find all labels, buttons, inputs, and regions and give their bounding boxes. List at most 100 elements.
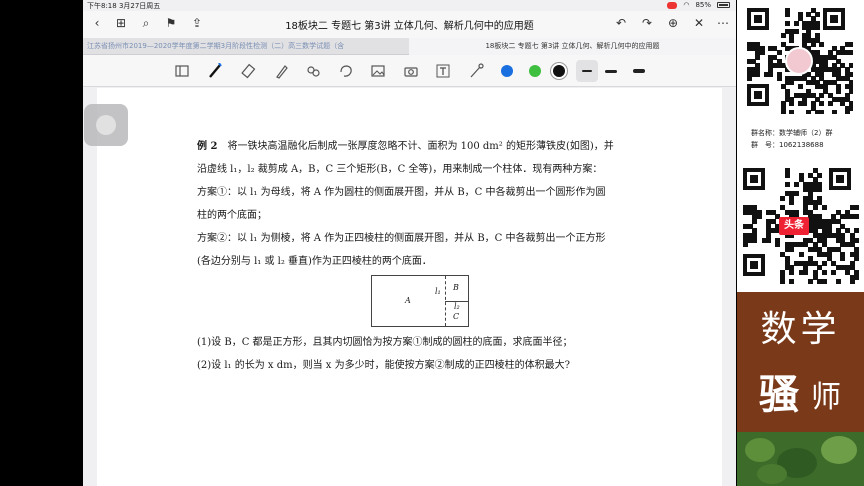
qr-module bbox=[807, 279, 813, 284]
question-two: (2)设 l₁ 的长为 x dm，则当 x 为多少时，能使按方案②制成的正四棱柱… bbox=[197, 360, 570, 371]
camera-icon[interactable] bbox=[403, 63, 419, 79]
qr-module bbox=[794, 191, 800, 197]
status-time: 下午8:18 3月27日周五 bbox=[87, 2, 161, 10]
qr-module bbox=[752, 219, 758, 225]
qr-module bbox=[789, 200, 795, 206]
qr-module bbox=[747, 75, 752, 81]
qr-module bbox=[752, 237, 758, 243]
figure-label-b: B bbox=[453, 283, 459, 292]
toutiao-badge: 头条 bbox=[779, 217, 809, 235]
qr-module bbox=[848, 50, 853, 56]
question-one: (1)设 B，C 都是正方形，且其内切圆恰为按方案①制成的圆柱的底面，求底面半径… bbox=[197, 337, 573, 348]
stroke-thin-selected[interactable] bbox=[576, 60, 598, 82]
qr-finder bbox=[743, 168, 765, 190]
qr-module bbox=[776, 75, 782, 81]
promo-sidebar: 群名称：数学辅师（2）群 群 号：1062138688 头条 数学 骚 师 bbox=[737, 0, 864, 486]
plan-two-line: 方案②：以 l₁ 为侧棱，将 A 作为正四棱柱的侧面展开图，并从 B，C 中各裁… bbox=[197, 233, 606, 244]
qr-module bbox=[854, 205, 859, 211]
stroke-medium[interactable] bbox=[605, 70, 617, 73]
qr-module bbox=[821, 205, 827, 211]
plan-two-line: (各边分别与 l₁ 或 l₂ 垂直)作为正四棱柱的两个底面． bbox=[197, 256, 432, 267]
qr-module bbox=[789, 279, 795, 284]
group-info: 群名称：数学辅师（2）群 群 号：1062138688 bbox=[751, 127, 832, 151]
nature-photo bbox=[737, 432, 864, 486]
figure-label-l2: l₂ bbox=[454, 302, 460, 311]
add-page-icon[interactable]: ⊕ bbox=[665, 15, 681, 31]
qr-module bbox=[819, 109, 825, 114]
figure-label-c: C bbox=[453, 312, 460, 321]
qr-module bbox=[785, 12, 791, 18]
qr-module bbox=[789, 109, 795, 114]
wifi-icon: ◠ bbox=[683, 1, 690, 9]
figure-label-a: A bbox=[405, 296, 411, 305]
qr-module bbox=[775, 242, 781, 248]
color-blue-swatch[interactable] bbox=[501, 65, 513, 77]
assistive-touch-button[interactable] bbox=[84, 104, 128, 146]
stroke-thick[interactable] bbox=[633, 69, 645, 73]
lasso-icon[interactable] bbox=[305, 63, 321, 79]
highlighter-icon[interactable] bbox=[273, 63, 289, 79]
brand-text-sao: 骚 bbox=[759, 371, 799, 418]
qr-module bbox=[812, 205, 818, 211]
qr-module bbox=[789, 37, 795, 43]
redo-icon[interactable]: ↷ bbox=[639, 15, 655, 31]
nav-bar: ‹ ⊞ ⌕ ⚑ ⇪ 18板块二 专题七 第3讲 立体几何、解析几何中的应用题 ↶… bbox=[83, 11, 736, 38]
qr-module bbox=[854, 237, 859, 243]
qr-module bbox=[819, 41, 825, 47]
qr-module bbox=[766, 237, 772, 243]
close-icon[interactable]: ✕ bbox=[691, 15, 707, 31]
plan-one-line: 柱的两个底面； bbox=[197, 210, 267, 221]
qr-module bbox=[854, 214, 859, 220]
problem-line: 沿虚线 l₁，l₂ 裁剪成 A，B，C 三个矩形(B，C 全等)，用来制成一个柱… bbox=[197, 164, 603, 175]
qr-module bbox=[821, 260, 827, 266]
color-black-swatch[interactable] bbox=[553, 65, 565, 77]
image-icon[interactable] bbox=[370, 63, 386, 79]
group-number: 群 号：1062138688 bbox=[751, 141, 824, 149]
qr-finder bbox=[823, 8, 845, 30]
qr-module bbox=[793, 20, 799, 26]
qr-module bbox=[848, 41, 853, 47]
qr-module bbox=[819, 92, 825, 98]
brand-banner: 数学 骚 师 bbox=[737, 292, 864, 432]
qr-module bbox=[835, 279, 841, 284]
color-green-swatch[interactable] bbox=[529, 65, 541, 77]
qr-module bbox=[755, 71, 761, 77]
qr-module bbox=[806, 109, 812, 114]
tab-current-document[interactable]: 18板块二 专题七 第3讲 立体几何、解析几何中的应用题 bbox=[409, 38, 736, 55]
textbox-icon[interactable] bbox=[435, 63, 451, 79]
brand-text-shi: 师 bbox=[811, 380, 841, 415]
problem-line: 将一铁块高温融化后制成一张厚度忽略不计、面积为 100 dm² 的矩形薄铁皮(如… bbox=[227, 141, 614, 152]
tab-label: 18板块二 专题七 第3讲 立体几何、解析几何中的应用题 bbox=[485, 42, 660, 50]
problem-title: 例 2 bbox=[197, 141, 218, 152]
qr-module bbox=[789, 101, 795, 107]
qr-finder bbox=[747, 84, 769, 106]
pointer-icon[interactable] bbox=[468, 63, 484, 79]
qr-module bbox=[780, 195, 786, 201]
battery-icon bbox=[717, 2, 730, 8]
qr-module bbox=[817, 186, 823, 192]
tab-previous-document[interactable]: 江苏省扬州市2019—2020学年度第二学期3月阶段性检测（二）高三数学试题（含 bbox=[83, 38, 409, 55]
qr-finder bbox=[743, 254, 765, 276]
qr-module bbox=[794, 181, 800, 187]
avatar bbox=[785, 47, 813, 75]
qr-module bbox=[854, 228, 859, 234]
qr-module bbox=[840, 256, 846, 262]
qr-module bbox=[831, 270, 837, 276]
more-icon[interactable]: ⋯ bbox=[715, 15, 731, 31]
qr-module bbox=[821, 270, 827, 276]
qr-module bbox=[844, 109, 850, 114]
eraser-icon[interactable] bbox=[241, 63, 257, 79]
qr-module bbox=[817, 172, 823, 178]
pen-icon[interactable] bbox=[207, 63, 223, 79]
shape-icon[interactable] bbox=[338, 63, 354, 79]
qr-module bbox=[854, 256, 859, 262]
undo-icon[interactable]: ↶ bbox=[613, 15, 629, 31]
annotation-toolbar bbox=[83, 55, 736, 87]
sidebar-icon[interactable] bbox=[174, 63, 190, 79]
recording-icon bbox=[667, 1, 678, 9]
problem-text: 例 2 将一铁块高温融化后制成一张厚度忽略不计、面积为 100 dm² 的矩形薄… bbox=[197, 135, 657, 377]
qr-module bbox=[821, 279, 827, 284]
qr-module bbox=[827, 101, 833, 107]
qr-module bbox=[797, 84, 803, 90]
status-bar: 下午8:18 3月27日周五 ◠ 85% bbox=[83, 0, 736, 11]
